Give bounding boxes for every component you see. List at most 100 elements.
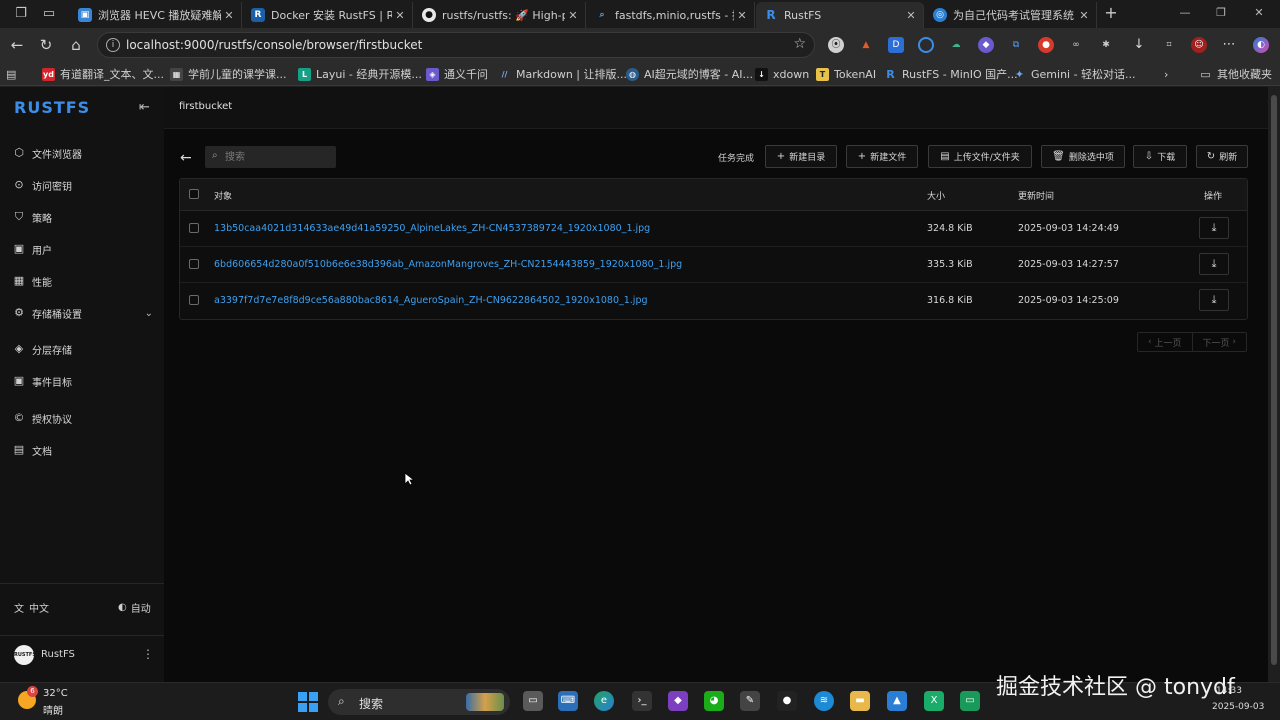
search-input[interactable] [225,149,330,165]
table-row[interactable]: 13b50caa4021d314633ae49d41a59250_AlpineL… [180,211,1247,247]
minimize-icon[interactable]: — [1170,4,1200,22]
address-bar[interactable]: i localhost:9000/rustfs/console/browser/… [97,32,815,58]
extension-icon[interactable]: ⦿ [828,37,844,53]
file-name-link[interactable]: 13b50caa4021d314633ae49d41a59250_AlpineL… [214,223,650,234]
clock-time[interactable]: 14:33 [1216,686,1242,696]
docker-icon[interactable]: ≋ [814,691,834,711]
row-download-icon[interactable]: ⤓ [1199,289,1229,311]
wechat-icon[interactable]: ◕ [704,691,724,711]
photos-icon[interactable]: ▲ [887,691,907,711]
monitor-app-icon[interactable]: ▭ [960,691,980,711]
select-all-checkbox[interactable] [189,189,199,199]
copilot-icon[interactable]: ◐ [1253,37,1269,53]
bookmarks-icon[interactable]: ▤ [6,66,16,82]
tools-icon[interactable]: ✎ [740,691,760,711]
search-box[interactable]: ⌕ [205,146,336,168]
weather-condition[interactable]: 晴朗 [43,702,63,717]
download-button[interactable]: ⇩ 下载 [1133,145,1187,168]
new-file-button[interactable]: + 新建文件 [846,145,918,168]
scrollbar-thumb[interactable] [1271,95,1277,665]
avatar[interactable]: RUSTFS [14,645,36,665]
screenshot-icon[interactable]: ⌗ [1161,37,1177,53]
column-header-size[interactable]: 大小 [927,189,945,202]
favorite-star-icon[interactable]: ☆ [793,36,806,52]
back-arrow-icon[interactable]: ← [8,36,26,54]
task-view-icon[interactable]: ▭ [523,691,543,711]
bookmark-item[interactable]: ✦ Gemini - 轻松对话... [1013,66,1136,82]
taskbar-search[interactable]: ⌕ 搜索 [328,689,510,715]
tab-hevc[interactable]: ▣ 浏览器 HEVC 播放疑难解答 ✕ [70,2,242,28]
close-icon[interactable]: ✕ [565,9,581,22]
row-checkbox[interactable] [189,223,199,233]
column-header-object[interactable]: 对象 [214,189,232,202]
workspaces-icon[interactable]: ❐ [12,5,30,23]
sidebar-item-tiering[interactable]: ◈ 分层存储 [13,340,153,358]
bookmark-item[interactable]: ◍ AI超元域的博客 - AI... [626,66,753,82]
extension-icon[interactable]: D [888,37,904,53]
sidebar-item-performance[interactable]: ▦ 性能 [13,272,153,290]
close-icon[interactable]: ✕ [221,9,237,22]
tab-exam[interactable]: ◎ 为自己代码考试管理系统 ✕ [925,2,1097,28]
task-status[interactable]: 任务完成 [718,151,754,164]
file-name-link[interactable]: a3397f7d7e7e8f8d9ce56a880bac8614_AgueroS… [214,295,648,306]
tab-actions-icon[interactable]: ▭ [40,5,58,23]
temperature[interactable]: 32°C [43,688,68,699]
tab-rustfs[interactable]: R RustFS ✕ [756,2,924,28]
edge-browser-icon[interactable]: e [594,691,614,711]
profile-avatar-icon[interactable]: ☺ [1191,37,1207,53]
sidebar-item-bucket-settings[interactable]: ⚙ 存储桶设置 ⌄ [13,304,153,322]
row-download-icon[interactable]: ⤓ [1199,217,1229,239]
next-page-button[interactable]: 下一页 › [1191,333,1247,351]
extension-icon[interactable]: ▲ [858,37,874,53]
refresh-button[interactable]: ↻ 刷新 [1196,145,1248,168]
clock-date[interactable]: 2025-09-03 [1212,702,1264,712]
row-download-icon[interactable]: ⤓ [1199,253,1229,275]
more-menu-icon[interactable]: ⋯ [1221,37,1237,53]
rustfs-logo[interactable]: RUSTFS [14,98,90,117]
reload-icon[interactable]: ↻ [37,36,55,54]
download-icon[interactable]: ↓ [1131,37,1147,53]
extension-icon[interactable]: ☁ [948,37,964,53]
sidebar-item-license[interactable]: © 授权协议 [13,409,153,427]
extension-icon[interactable]: ⧉ [1008,37,1024,53]
delete-selected-button[interactable]: 🗑 删除选中项 [1041,145,1125,168]
bookmark-item[interactable]: T TokenAI [816,66,876,82]
home-icon[interactable]: ⌂ [67,36,85,54]
language-switch[interactable]: 文中文 [14,600,49,615]
page-scrollbar[interactable] [1268,87,1280,682]
extension-icon[interactable]: ◆ [978,37,994,53]
back-arrow-icon[interactable]: ← [180,150,192,166]
puzzle-icon[interactable]: ✱ [1098,37,1114,53]
bookmark-item[interactable]: yd 有道翻译_文本、文... [42,66,164,82]
tab-search[interactable]: ⌕ fastdfs,minio,rustfs - 搜索 ✕ [587,2,755,28]
start-button[interactable] [298,692,318,712]
new-tab-icon[interactable]: + [1102,4,1120,22]
extension-icon[interactable]: ∞ [1068,37,1084,53]
close-icon[interactable]: ✕ [903,9,919,22]
maximize-icon[interactable]: ❐ [1206,4,1236,22]
bookmark-item[interactable]: // Markdown | 让排版... [498,66,627,82]
close-icon[interactable]: ✕ [734,9,750,22]
extension-icon[interactable]: ● [1038,37,1054,53]
extension-icon[interactable] [918,37,934,53]
bookmark-item[interactable]: ↓ xdown [755,66,809,82]
bookmarks-overflow-icon[interactable]: › [1164,66,1168,82]
visual-studio-icon[interactable]: ◆ [668,691,688,711]
file-name-link[interactable]: 6bd606654d280a0f510b6e6e38d396ab_AmazonM… [214,259,682,270]
table-row[interactable]: 6bd606654d280a0f510b6e6e38d396ab_AmazonM… [180,247,1247,283]
column-header-updated[interactable]: 更新时间 [1018,189,1054,202]
qq-icon[interactable]: ● [777,691,797,711]
window-close-icon[interactable]: ✕ [1244,4,1274,22]
sidebar-item-docs[interactable]: ▤ 文档 [13,441,153,459]
sidebar-item-file-browser[interactable]: ⬡ 文件浏览器 [13,144,153,162]
sidebar-collapse-icon[interactable]: ⇤ [139,100,150,115]
tab-github[interactable]: ● rustfs/rustfs: 🚀 High-perf ✕ [414,2,586,28]
close-icon[interactable]: ✕ [1076,9,1092,22]
sidebar-item-event-targets[interactable]: ▣ 事件目标 [13,372,153,390]
sidebar-item-access-keys[interactable]: ⊙ 访问密钥 [13,176,153,194]
bookmark-item[interactable]: ▦ 学前儿童的课学课... [170,66,287,82]
remote-desktop-icon[interactable]: ⌨ [558,691,578,711]
user-more-icon[interactable]: ⋮ [142,647,154,661]
theme-switch[interactable]: ◐ 自动 [118,600,151,615]
tab-docker-rustfs[interactable]: R Docker 安装 RustFS | RustFS ✕ [243,2,413,28]
